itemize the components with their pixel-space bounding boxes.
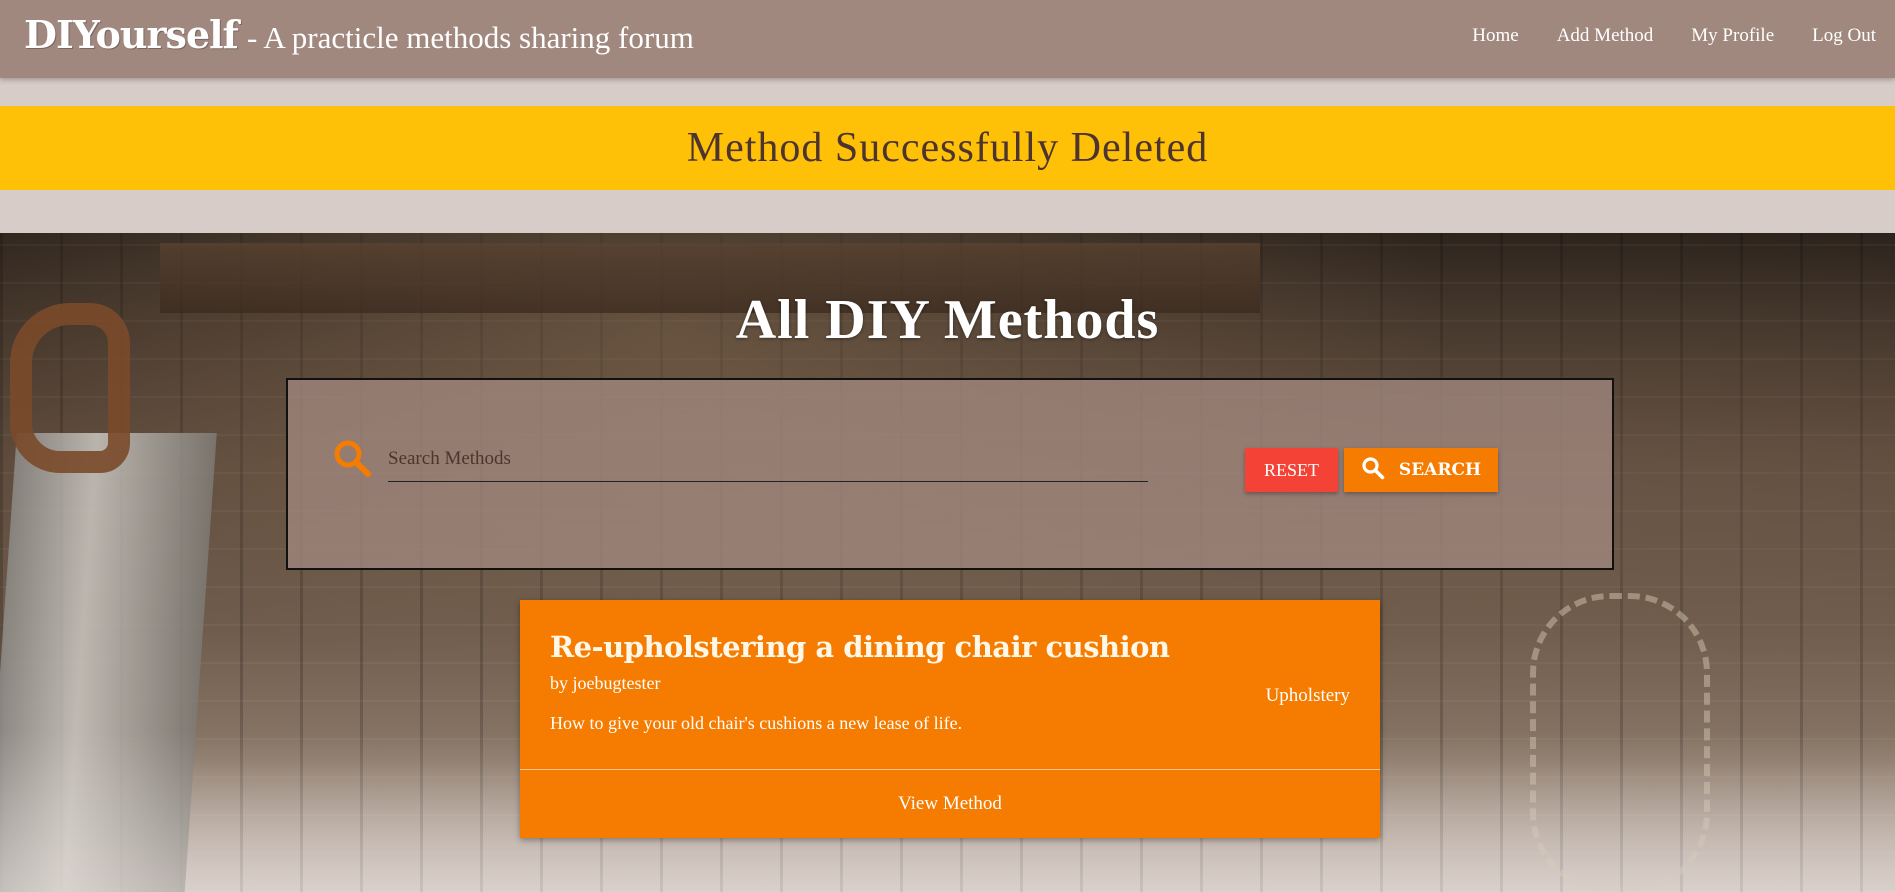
search-button-label: SEARCH: [1398, 460, 1482, 480]
page-title: All DIY Methods: [735, 289, 1160, 351]
search-button[interactable]: SEARCH: [1344, 448, 1498, 492]
method-category: Upholstery: [1265, 685, 1350, 706]
search-button-icon: [1361, 456, 1385, 485]
nav-link-log-out[interactable]: Log Out: [1793, 25, 1895, 47]
search-icon: [332, 438, 372, 478]
nav-link-home[interactable]: Home: [1453, 25, 1537, 47]
method-title: Re-upholstering a dining chair cushion: [550, 630, 1170, 664]
alert-message: Method Successfully Deleted: [686, 125, 1209, 171]
brand-logo[interactable]: DIYourself: [24, 12, 239, 57]
view-method-link[interactable]: View Method: [520, 770, 1380, 838]
nav-link-add-method[interactable]: Add Method: [1538, 25, 1673, 47]
method-card: Re-upholstering a dining chair cushion b…: [520, 600, 1380, 838]
success-alert: Method Successfully Deleted: [0, 106, 1895, 190]
brand[interactable]: DIYourself - A practicle methods sharing…: [24, 12, 694, 57]
search-input[interactable]: [388, 432, 1148, 482]
method-author: by joebugtester: [550, 673, 661, 693]
hero-section: All DIY Methods RESET SEARCH Re-upholste…: [0, 233, 1895, 892]
reset-button[interactable]: RESET: [1245, 448, 1338, 492]
navbar: DIYourself - A practicle methods sharing…: [0, 0, 1895, 78]
nav-links: Home Add Method My Profile Log Out: [1453, 0, 1895, 72]
search-panel: RESET SEARCH: [286, 378, 1614, 570]
method-description: How to give your old chair's cushions a …: [550, 713, 963, 733]
nav-link-my-profile[interactable]: My Profile: [1672, 25, 1793, 47]
brand-tagline: - A practicle methods sharing forum: [247, 20, 694, 55]
